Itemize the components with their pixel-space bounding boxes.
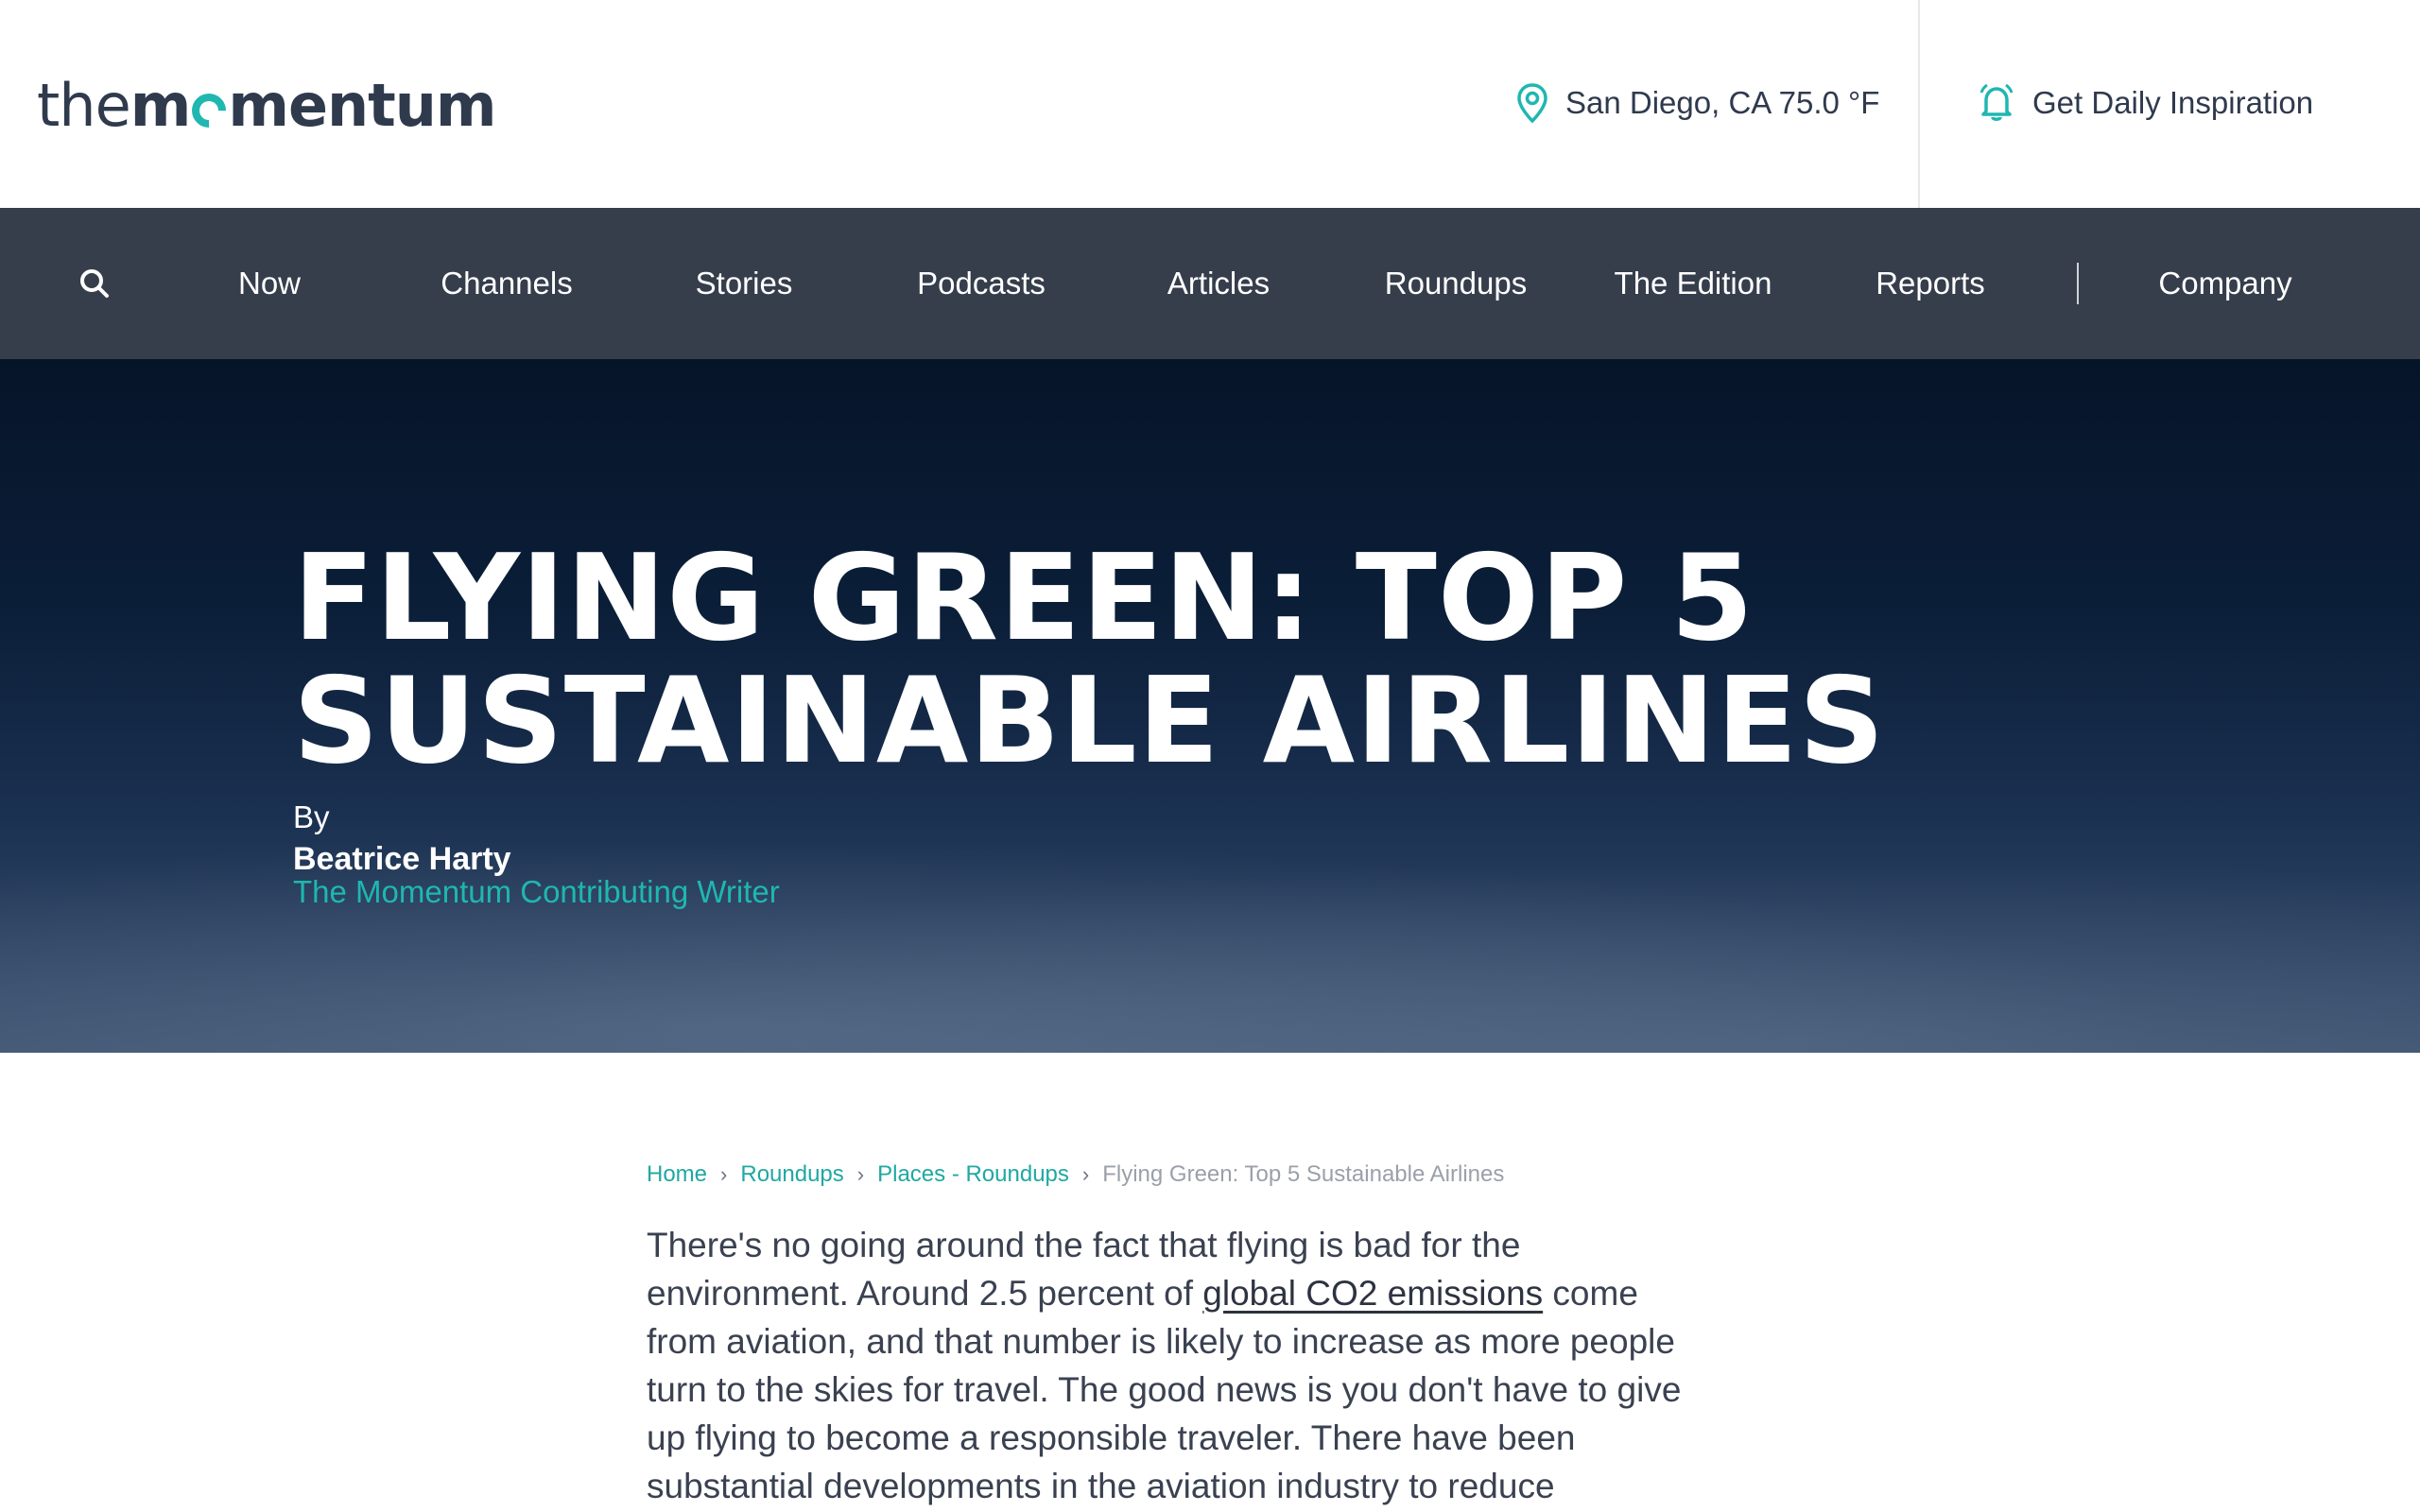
nav-item-the-edition[interactable]: The Edition — [1615, 208, 1772, 359]
article-body: There's no going around the fact that fl… — [647, 1221, 1724, 1510]
article-text: from aviation, and that number is likely… — [647, 1322, 1675, 1361]
article-hero: FLYING GREEN: TOP 5 SUSTAINABLE AIRLINES… — [0, 359, 2420, 1053]
logo-rest: mentum — [228, 71, 496, 140]
location-weather[interactable]: San Diego, CA 75.0 °F — [1516, 79, 1879, 127]
nav-item-company[interactable]: Company — [2158, 208, 2291, 359]
breadcrumb-home[interactable]: Home — [647, 1161, 707, 1188]
byline-label: By — [293, 799, 330, 834]
logo-o-icon — [184, 86, 233, 135]
site-header: them mentum San Diego, CA 75.0 °F Get Dai… — [0, 0, 2420, 208]
bell-icon — [1979, 83, 2014, 121]
article-text: up flying to become a responsible travel… — [647, 1418, 1576, 1457]
daily-inspiration-link[interactable]: Get Daily Inspiration — [1978, 79, 2313, 127]
inspiration-text: Get Daily Inspiration — [2032, 85, 2314, 120]
main-nav: Now Channels Stories Podcasts Articles R… — [0, 208, 2420, 359]
chevron-right-icon: › — [856, 1162, 865, 1186]
author-name[interactable]: Beatrice Harty — [293, 841, 511, 878]
article-text: come — [1543, 1274, 1638, 1313]
header-divider — [1918, 0, 1920, 208]
breadcrumb-current: Flying Green: Top 5 Sustainable Airlines — [1102, 1161, 1505, 1187]
breadcrumb: Home › Roundups › Places - Roundups › Fl… — [647, 1159, 1504, 1191]
logo-m: m — [130, 71, 192, 140]
author-role: The Momentum Contributing Writer — [293, 874, 780, 909]
nav-item-now[interactable]: Now — [238, 208, 301, 359]
nav-separator — [2077, 263, 2079, 304]
breadcrumb-roundups[interactable]: Roundups — [740, 1161, 843, 1188]
article-text: substantial developments in the aviation… — [647, 1467, 1555, 1505]
nav-item-reports[interactable]: Reports — [1876, 208, 1985, 359]
chevron-right-icon: › — [1081, 1162, 1090, 1186]
nav-item-stories[interactable]: Stories — [696, 208, 793, 359]
nav-item-podcasts[interactable]: Podcasts — [917, 208, 1046, 359]
nav-item-channels[interactable]: Channels — [441, 208, 572, 359]
search-icon[interactable] — [78, 266, 112, 301]
map-pin-icon — [1517, 83, 1547, 123]
logo-the: the — [37, 71, 131, 140]
breadcrumb-places-roundups[interactable]: Places - Roundups — [877, 1161, 1069, 1188]
article-title: FLYING GREEN: TOP 5 SUSTAINABLE AIRLINES — [293, 537, 1900, 782]
article-text: turn to the skies for travel. The good n… — [647, 1370, 1682, 1409]
article-text: environment. Around 2.5 percent of — [647, 1274, 1203, 1313]
co2-emissions-link[interactable]: global CO2 emissions — [1202, 1274, 1543, 1313]
nav-item-articles[interactable]: Articles — [1167, 208, 1270, 359]
chevron-right-icon: › — [720, 1162, 728, 1186]
article-title-line-1: FLYING GREEN: TOP 5 — [293, 528, 1754, 667]
nav-item-roundups[interactable]: Roundups — [1385, 208, 1527, 359]
article-text: There's no going around the fact that fl… — [647, 1226, 1521, 1264]
location-text: San Diego, CA 75.0 °F — [1565, 85, 1880, 120]
article-title-line-2: SUSTAINABLE AIRLINES — [293, 651, 1886, 790]
site-logo[interactable]: them mentum — [37, 68, 497, 144]
